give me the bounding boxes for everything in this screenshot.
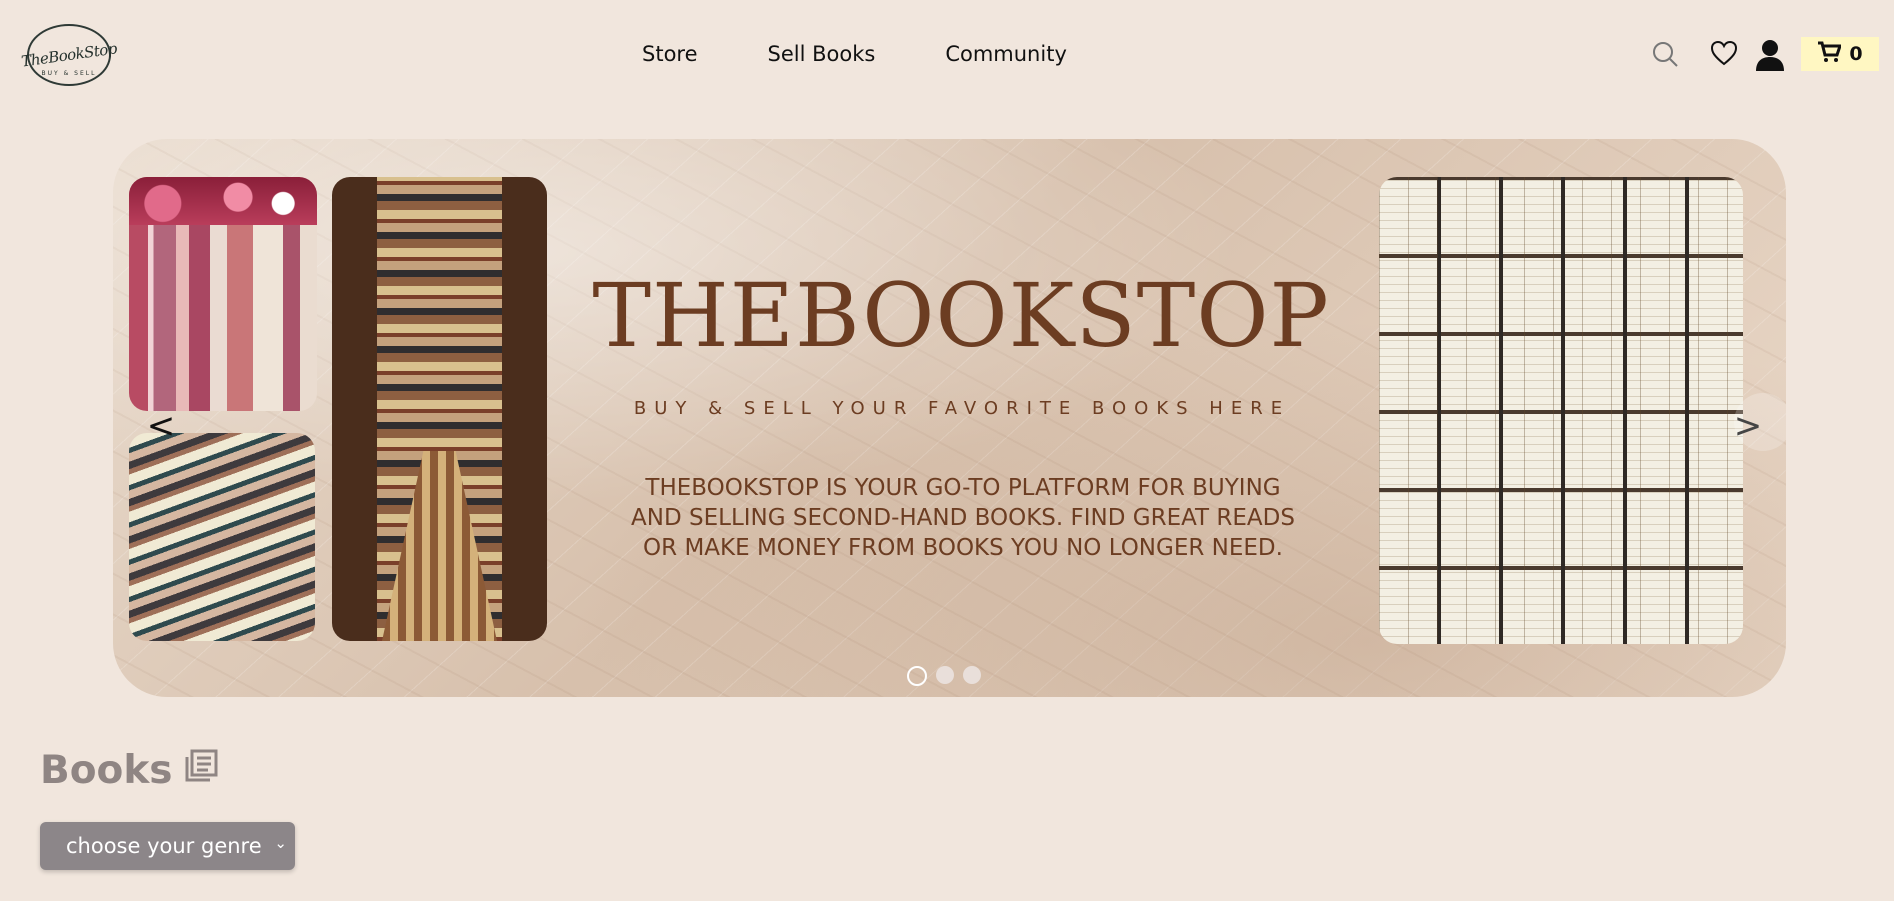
search-icon[interactable] (1651, 40, 1679, 68)
cart-count: 0 (1849, 43, 1863, 65)
carousel-prev-button[interactable]: < (145, 401, 177, 451)
cart-icon (1817, 41, 1843, 68)
carousel-dot-1[interactable] (907, 666, 927, 686)
carousel-dot-3[interactable] (963, 666, 981, 684)
books-title: Books (40, 748, 173, 793)
carousel-dot-2[interactable] (936, 666, 954, 684)
books-heading: Books (40, 748, 218, 793)
chevron-down-icon: ⌄ (274, 834, 287, 852)
pink-books-image (129, 177, 317, 411)
carousel-next-button[interactable]: > (1732, 393, 1786, 451)
user-icon[interactable] (1753, 38, 1787, 72)
library-aisle-image (332, 177, 547, 641)
carousel-indicators (907, 666, 981, 686)
nav-sell-books[interactable]: Sell Books (768, 42, 876, 66)
banner-description: THEBOOKSTOP IS YOUR GO-TO PLATFORM FOR B… (631, 475, 1295, 561)
book-stacks-image (129, 433, 315, 641)
logo-subtext: BUY & SELL (41, 70, 97, 77)
books-list-icon (184, 748, 218, 793)
site-logo[interactable]: TheBookStop BUY & SELL (20, 24, 118, 86)
logo-text: TheBookStop (20, 39, 118, 71)
banner-title: THEBOOKSTOP (592, 264, 1330, 367)
genre-select-value: choose your genre (66, 834, 262, 858)
cart-button[interactable]: 0 (1801, 37, 1879, 71)
heart-icon[interactable] (1710, 40, 1738, 68)
nav-community[interactable]: Community (945, 42, 1067, 66)
main-navigation: Store Sell Books Community (642, 42, 1067, 66)
nav-store[interactable]: Store (642, 42, 698, 66)
open-books-image (1379, 177, 1743, 644)
hero-carousel: < > THEBOOKSTOP BUY & SELL YOUR FAVORITE… (113, 139, 1786, 697)
genre-select[interactable]: choose your genre ⌄ (40, 822, 295, 870)
banner-subtitle: BUY & SELL YOUR FAVORITE BOOKS HERE (633, 398, 1291, 419)
